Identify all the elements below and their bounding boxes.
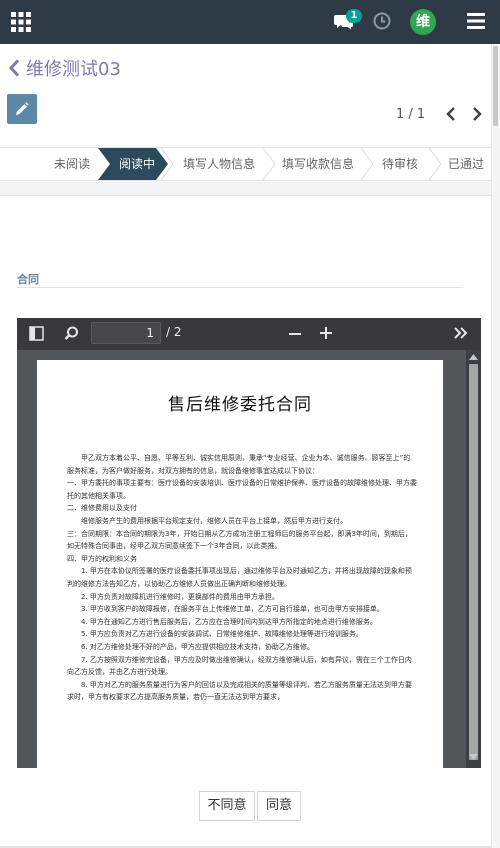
pdf-toolbar: 1 / 2 (17, 318, 481, 350)
agree-button[interactable]: 同意 (257, 791, 301, 821)
pager-previous-button[interactable] (444, 106, 458, 122)
status-bar: 未阅读 阅读中 填写人物信息 填写收款信息 待审核 已通过 (0, 147, 500, 181)
document-paragraph: 维修服务产生的费用根据平台规定支付，维修人员在平台上接单，然后甲方进行支付。 (81, 516, 347, 525)
section-label: 合同 (17, 273, 39, 286)
stage-reading[interactable]: 阅读中 (108, 148, 166, 180)
page-scrollbar-thumb[interactable] (493, 46, 498, 126)
document-paragraph: 四、甲方的权利和义务 (67, 554, 137, 563)
zoom-in-icon[interactable] (319, 326, 333, 340)
pager-next-button[interactable] (470, 106, 484, 122)
avatar[interactable]: 维 (410, 9, 436, 35)
apps-icon[interactable] (11, 12, 31, 32)
clock-icon[interactable] (373, 12, 391, 30)
document-paragraph: 7. 乙方按照双方维修完设备，甲方应及时做出维修确认，经双方维修确认后，如有异议… (67, 655, 412, 677)
stage-approved[interactable]: 已通过 (442, 148, 490, 180)
top-navbar: 1 维 (0, 0, 500, 44)
stage-separator (360, 148, 374, 180)
stage-separator (262, 148, 276, 180)
sheet-top-band (0, 182, 500, 196)
pencil-icon (16, 102, 29, 115)
document-title: 售后维修委托合同 (168, 395, 312, 415)
page-total: / 2 (166, 325, 182, 339)
stage-pending-review[interactable]: 待审核 (374, 148, 426, 180)
pager-value: 1 / 1 (396, 107, 426, 122)
scroll-up-arrow-icon[interactable] (469, 354, 478, 360)
chat-badge: 1 (346, 9, 362, 23)
stage-unread[interactable]: 未阅读 (44, 148, 100, 180)
document-paragraph: 甲乙双方本着公平、自愿、平等互利、诚实信用原则，秉承“专业经营、企业为本、诚信服… (67, 454, 411, 475)
disagree-button[interactable]: 不同意 (199, 791, 255, 821)
document-paragraph: 二、维修费用以及支付 (67, 504, 137, 513)
document-paragraph: 5. 甲方应负责对乙方进行设备的安装调试、日常维修维护、故障维修处理等进行培训服… (81, 630, 363, 639)
page-title[interactable]: 维修测试03 (26, 55, 121, 81)
pdf-page: 售后维修委托合同 甲乙双方本着公平、自愿、平等互利、诚实信用原则，秉承“专业经营… (37, 360, 443, 768)
document-paragraph: 一、甲方委托的事项主要有：医疗设备的安装培训、医疗设备的日常维护保养、医疗设备的… (67, 479, 417, 500)
document-paragraph: 6. 对乙方维修处理不好的产品，甲方应提供相应技术支持，协助乙方维修。 (81, 642, 314, 651)
document-paragraph: 2. 甲方负责对故障机进行维修时，更换部件的费用由甲方承担。 (81, 592, 279, 601)
document-paragraph: 1. 甲方在本协议所签署的医疗设备委托事项出现后，通过维修平台及时通知乙方，并将… (67, 567, 412, 588)
scroll-down-arrow-icon[interactable] (469, 754, 478, 760)
section-divider (17, 287, 463, 288)
document-paragraph: 三：合同期限：本合同的期限为3年，开始日期从乙方成功注册工程师后的服务平台起，即… (67, 529, 412, 551)
stage-fill-payment-info[interactable]: 填写收款信息 (276, 148, 360, 180)
chevron-left-icon[interactable] (8, 59, 20, 77)
sidebar-toggle-icon[interactable] (29, 326, 44, 341)
stage-fill-person-info[interactable]: 填写人物信息 (178, 148, 260, 180)
pdf-scrollbar-thumb[interactable] (469, 364, 478, 760)
document-paragraph: 8. 甲方对乙方的服务质量进行为客户的回访以及完成相关的质量等级评判，若乙方服务… (67, 680, 412, 702)
stage-separator (160, 148, 174, 180)
document-body: 甲乙双方本着公平、自愿、平等互利、诚实信用原则，秉承“专业经营、企业为本、诚信服… (67, 452, 417, 704)
stage-separator (428, 148, 442, 180)
hamburger-menu-icon[interactable] (467, 13, 485, 29)
breadcrumb: 维修测试03 (8, 55, 121, 81)
more-tools-icon[interactable] (453, 326, 469, 340)
page-number-input[interactable]: 1 (91, 322, 161, 344)
zoom-out-icon[interactable] (288, 327, 302, 341)
pdf-viewer[interactable]: 1 / 2 售后维修委托合同 甲乙双方本着公平、自愿、平等互利、诚实信用原则，秉… (17, 318, 481, 768)
document-paragraph: 4. 甲方在通知乙方进行售后服务后，乙方应在合理时间内到达甲方所指定的地点进行维… (81, 617, 377, 626)
page-scrollbar[interactable] (491, 44, 500, 848)
search-icon[interactable] (64, 326, 79, 341)
edit-button[interactable] (7, 94, 37, 124)
document-paragraph: 3. 甲方收到客户的故障报修，在服务平台上传维修工单，乙方可自行接单，也可由甲方… (81, 605, 384, 614)
